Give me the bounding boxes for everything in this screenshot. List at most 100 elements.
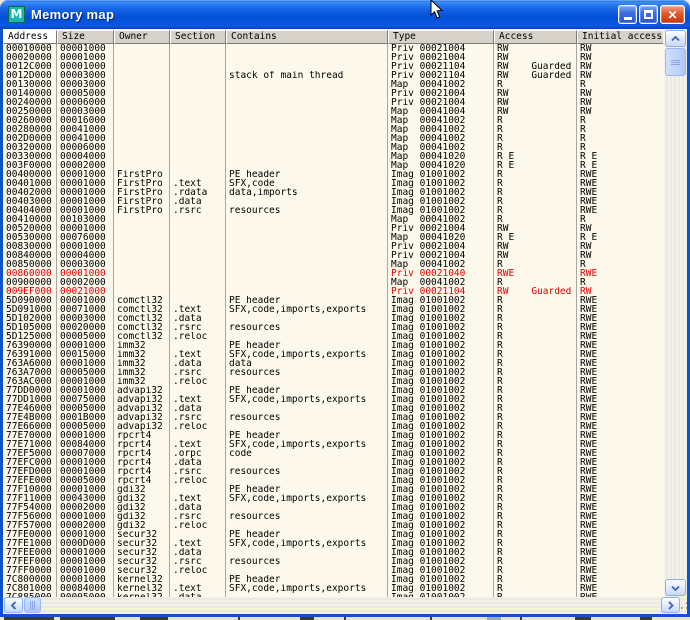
memory-row-00010000[interactable]: 0001000000001000Priv 00021004RWRW — [3, 44, 663, 53]
memory-row-77FF0000[interactable]: 77FF000000001000secur32.relocImag 010010… — [3, 566, 663, 575]
column-header-contains[interactable]: Contains — [226, 30, 388, 44]
memory-row-00400000[interactable]: 0040000000001000FirstProPE headerImag 01… — [3, 170, 663, 179]
memory-row-77FE1000[interactable]: 77FE10000000D000secur32.textSFX,code,imp… — [3, 539, 663, 548]
cell-owner: FirstPro — [114, 197, 170, 206]
memory-row-77EFE000[interactable]: 77EFE00000005000rpcrt4.relocImag 0100100… — [3, 476, 663, 485]
memory-row-77FE0000[interactable]: 77FE000000001000secur32PE headerImag 010… — [3, 530, 663, 539]
memory-row-77E66000[interactable]: 77E6600000005000advapi32.relocImag 01001… — [3, 422, 663, 431]
memory-row-00320000[interactable]: 0032000000006000Map 00041002RR — [3, 143, 663, 152]
memory-row-00250000[interactable]: 0025000000003000Map 00041004RWRW — [3, 107, 663, 116]
memory-row-00280000[interactable]: 0028000000041000Map 00041002RR — [3, 125, 663, 134]
memory-row-77EF5000[interactable]: 77EF500000007000rpcrt4.orpccodeImag 0100… — [3, 449, 663, 458]
memory-row-7C800000[interactable]: 7C80000000001000kernel32PE headerImag 01… — [3, 575, 663, 584]
memory-row-00410000[interactable]: 0041000000103000Map 00041002RR — [3, 215, 663, 224]
title-bar[interactable]: M Memory map ✕ — [0, 0, 690, 29]
memory-row-77E4B000[interactable]: 77E4B0000001B000advapi32.rsrcresourcesIm… — [3, 413, 663, 422]
thumb-grip-icon — [671, 60, 680, 61]
cell-size: 00001000 — [57, 485, 114, 494]
memory-row-76391000[interactable]: 7639100000015000imm32.textSFX,code,impor… — [3, 350, 663, 359]
memory-row-00402000[interactable]: 0040200000001000FirstPro.rdatadata,impor… — [3, 188, 663, 197]
scroll-right-button[interactable] — [661, 597, 680, 613]
cell-address: 00130000 — [3, 80, 57, 89]
memory-row-77FEE000[interactable]: 77FEE00000001000secur32.dataImag 0100100… — [3, 548, 663, 557]
memory-row-00240000[interactable]: 0024000000006000Priv 00021004RWRW — [3, 98, 663, 107]
memory-row-7C801000[interactable]: 7C80100000084000kernel32.textSFX,code,im… — [3, 584, 663, 593]
cell-owner: secur32 — [114, 548, 170, 557]
memory-row-00530000[interactable]: 0053000000076000Map 00041020R ER E — [3, 233, 663, 242]
memory-row-5D105000[interactable]: 5D10500000020000comctl32.rsrcresourcesIm… — [3, 323, 663, 332]
cell-owner — [114, 143, 170, 152]
memory-row-00900000[interactable]: 0090000000002000Map 00041002RR — [3, 278, 663, 287]
memory-row-76390000[interactable]: 7639000000001000imm32PE headerImag 01001… — [3, 341, 663, 350]
column-header-access[interactable]: Access — [494, 30, 577, 44]
memory-row-00403000[interactable]: 0040300000001000FirstPro.dataImag 010010… — [3, 197, 663, 206]
minimize-button[interactable] — [618, 5, 637, 24]
memory-row-00260000[interactable]: 0026000000016000Map 00041002RR — [3, 116, 663, 125]
memory-row-763AC000[interactable]: 763AC00000001000imm32.relocImag 01001002… — [3, 377, 663, 386]
cell-initial-access: RWE — [577, 548, 663, 557]
column-header-initial-access[interactable]: Initial access — [577, 30, 663, 44]
cell-contains: PE header — [226, 575, 388, 584]
cell-initial-access: RWE — [577, 179, 663, 188]
cell-section: .rsrc — [170, 368, 226, 377]
memory-row-00130000[interactable]: 0013000000003000Map 00041002RR — [3, 80, 663, 89]
scroll-left-button[interactable] — [4, 597, 23, 613]
cell-initial-access: R — [577, 215, 663, 224]
memory-row-00140000[interactable]: 0014000000005000Priv 00021004RWRW — [3, 89, 663, 98]
memory-row-77EFC000[interactable]: 77EFC00000001000rpcrt4.dataImag 01001002… — [3, 458, 663, 467]
column-header-owner[interactable]: Owner — [114, 30, 170, 44]
memory-row-5D125000[interactable]: 5D12500000005000comctl32.relocImag 01001… — [3, 332, 663, 341]
memory-row-77E70000[interactable]: 77E7000000001000rpcrt4PE headerImag 0100… — [3, 431, 663, 440]
memory-row-0012C000[interactable]: 0012C00000001000Priv 00021104RW GuardedR… — [3, 62, 663, 71]
maximize-button[interactable] — [639, 5, 658, 24]
horizontal-scrollbar-thumb[interactable] — [24, 597, 41, 613]
column-header-size[interactable]: Size — [57, 30, 114, 44]
memory-row-77E46000[interactable]: 77E4600000005000advapi32.dataImag 010010… — [3, 404, 663, 413]
memory-row-77EFD000[interactable]: 77EFD00000001000rpcrt4.rsrcresourcesImag… — [3, 467, 663, 476]
memory-row-77F10000[interactable]: 77F1000000001000gdi32PE headerImag 01001… — [3, 485, 663, 494]
column-header-section[interactable]: Section — [170, 30, 226, 44]
cell-section — [170, 296, 226, 305]
memory-row-00401000[interactable]: 0040100000001000FirstPro.textSFX,codeIma… — [3, 179, 663, 188]
memory-row-00520000[interactable]: 0052000000001000Priv 00021004RWRW — [3, 224, 663, 233]
memory-row-77F56000[interactable]: 77F5600000001000gdi32.rsrcresourcesImag … — [3, 512, 663, 521]
memory-row-77FEF000[interactable]: 77FEF00000001000secur32.rsrcresourcesIma… — [3, 557, 663, 566]
memory-row-77F57000[interactable]: 77F5700000002000gdi32.relocImag 01001002… — [3, 521, 663, 530]
memory-row-00404000[interactable]: 0040400000001000FirstPro.rsrcresourcesIm… — [3, 206, 663, 215]
memory-row-00020000[interactable]: 0002000000001000Priv 00021004RWRW — [3, 53, 663, 62]
cell-contains — [226, 521, 388, 530]
scroll-down-button[interactable] — [665, 579, 686, 596]
column-header-type[interactable]: Type — [388, 30, 494, 44]
memory-row-00330000[interactable]: 0033000000004000Map 00041020R ER E — [3, 152, 663, 161]
memory-row-763A6000[interactable]: 763A600000001000imm32.datadataImag 01001… — [3, 359, 663, 368]
memory-row-77E71000[interactable]: 77E7100000084000rpcrt4.textSFX,code,impo… — [3, 440, 663, 449]
memory-row-77F11000[interactable]: 77F1100000043000gdi32.textSFX,code,impor… — [3, 494, 663, 503]
cell-size: 00084000 — [57, 440, 114, 449]
resize-grip[interactable] — [682, 598, 687, 613]
vertical-scrollbar-track[interactable] — [664, 29, 687, 597]
memory-row-00840000[interactable]: 0084000000004000Priv 00021004RWRW — [3, 251, 663, 260]
memory-row-5D091000[interactable]: 5D09100000071000comctl32.textSFX,code,im… — [3, 305, 663, 314]
memory-row-002D0000[interactable]: 002D000000041000Map 00041002RR — [3, 134, 663, 143]
memory-row-5D090000[interactable]: 5D09000000001000comctl32PE headerImag 01… — [3, 296, 663, 305]
memory-row-00850000[interactable]: 0085000000003000Map 00041002RR — [3, 260, 663, 269]
memory-row-0012D000[interactable]: 0012D00000003000stack of main threadPriv… — [3, 71, 663, 80]
memory-row-009EF000[interactable]: 009EF00000021000Priv 00021104RW GuardedR… — [3, 287, 663, 296]
horizontal-scrollbar[interactable] — [3, 597, 687, 614]
cell-address: 763A7000 — [3, 368, 57, 377]
memory-row-77DD0000[interactable]: 77DD000000001000advapi32PE headerImag 01… — [3, 386, 663, 395]
close-button[interactable]: ✕ — [660, 5, 685, 24]
cell-contains: SFX,code,imports,exports — [226, 494, 388, 503]
memory-row-77F54000[interactable]: 77F5400000002000gdi32.dataImag 01001002R… — [3, 503, 663, 512]
scroll-up-button[interactable] — [665, 30, 686, 47]
vertical-scrollbar-thumb[interactable] — [665, 48, 686, 76]
memory-row-003F0000[interactable]: 003F000000002000Map 00041020R ER E — [3, 161, 663, 170]
memory-row-00860000[interactable]: 0086000000001000Priv 00021040RWERWE — [3, 269, 663, 278]
cell-contains: resources — [226, 467, 388, 476]
memory-row-763A7000[interactable]: 763A700000005000imm32.rsrcresourcesImag … — [3, 368, 663, 377]
memory-row-77DD1000[interactable]: 77DD100000075000advapi32.textSFX,code,im… — [3, 395, 663, 404]
vertical-scrollbar[interactable] — [664, 29, 687, 597]
column-header-address[interactable]: Address — [3, 30, 57, 44]
memory-row-5D102000[interactable]: 5D10200000003000comctl32.dataImag 010010… — [3, 314, 663, 323]
memory-row-00830000[interactable]: 0083000000001000Priv 00021004RWRW — [3, 242, 663, 251]
